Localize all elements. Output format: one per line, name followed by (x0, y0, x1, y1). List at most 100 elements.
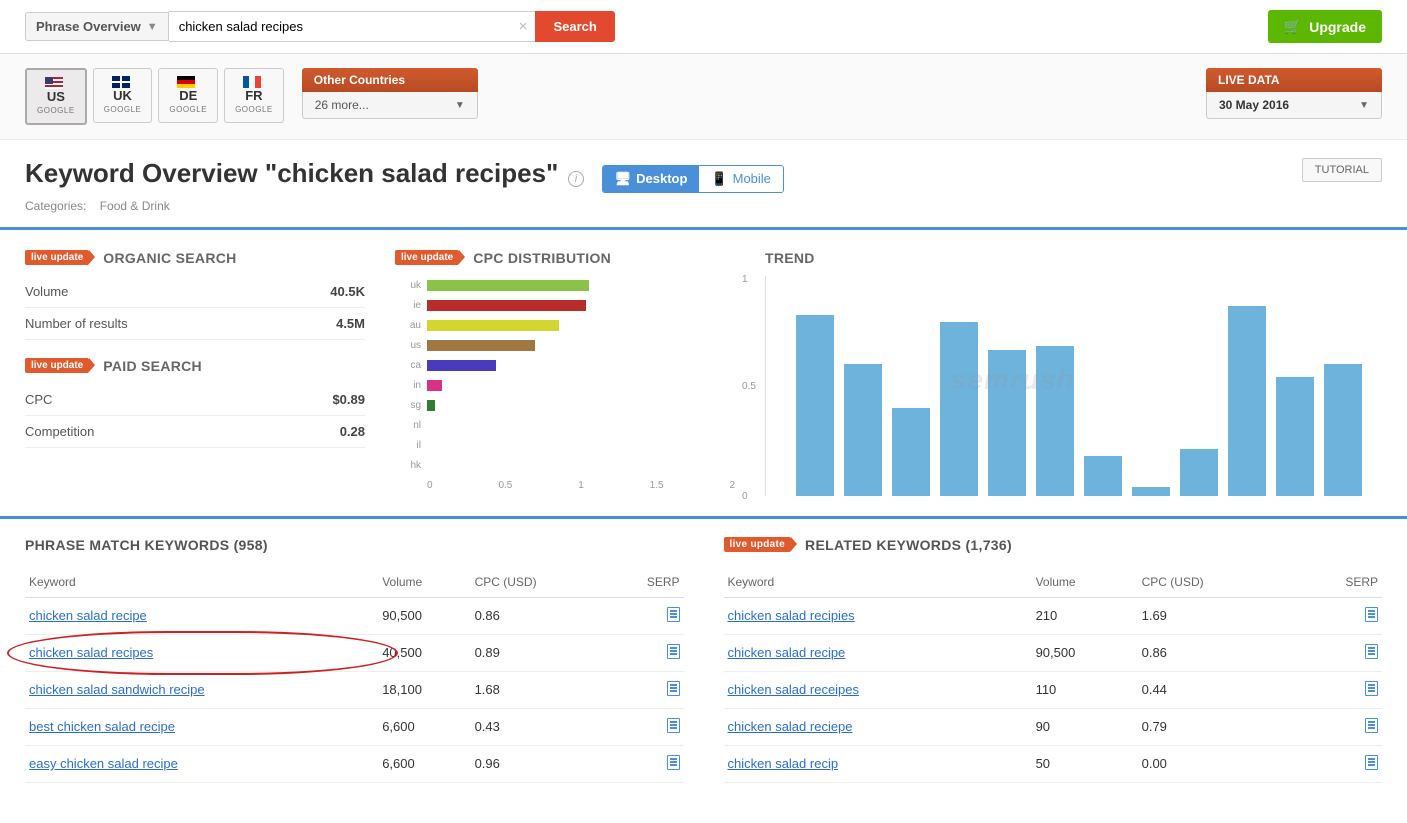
stat-label: CPC (25, 392, 52, 407)
trend-bar (1132, 487, 1170, 496)
trend-bar (1180, 449, 1218, 495)
cpc-bar (427, 300, 586, 311)
col-header[interactable]: Keyword (724, 567, 1032, 598)
cpc-bar (427, 320, 559, 331)
country-code: FR (235, 88, 273, 103)
clear-search-icon[interactable]: × (511, 18, 536, 35)
country-sub: GOOGLE (37, 106, 75, 115)
table-row: best chicken salad recipe 6,6000.43 (25, 708, 684, 745)
keyword-link[interactable]: chicken salad recipe (29, 608, 147, 623)
cpc-country-label: au (395, 320, 421, 331)
col-header[interactable]: SERP (605, 567, 683, 598)
related-block: live update RELATED KEYWORDS (1,736) Key… (724, 537, 1383, 783)
upgrade-button[interactable]: 🛒 Upgrade (1268, 10, 1382, 43)
search-button[interactable]: Search (535, 11, 614, 42)
serp-icon[interactable] (667, 718, 680, 733)
cpc-country-label: uk (395, 280, 421, 291)
cpc-title: CPC DISTRIBUTION (473, 250, 611, 266)
col-header[interactable]: SERP (1292, 567, 1382, 598)
country-button-uk[interactable]: UKGOOGLE (93, 68, 153, 123)
volume-cell: 6,600 (378, 708, 470, 745)
trend-bar (940, 322, 978, 496)
phrase-overview-dropdown[interactable]: Phrase Overview ▼ (25, 12, 169, 41)
phrase-match-header: PHRASE MATCH KEYWORDS (958) (25, 537, 684, 553)
cpc-cell: 0.86 (471, 597, 606, 634)
serp-icon[interactable] (667, 607, 680, 622)
related-count: (1,736) (965, 537, 1011, 553)
stat-label: Number of results (25, 316, 128, 331)
stat-row: Volume40.5K (25, 276, 365, 308)
search-input[interactable] (169, 11, 539, 42)
keyword-link[interactable]: chicken salad recipies (728, 608, 855, 623)
country-button-us[interactable]: USGOOGLE (25, 68, 87, 125)
cpc-cell: 0.43 (471, 708, 606, 745)
tutorial-button[interactable]: TUTORIAL (1302, 158, 1382, 182)
keyword-link[interactable]: best chicken salad recipe (29, 719, 175, 734)
keyword-cell: chicken salad sandwich recipe (25, 671, 378, 708)
keyword-cell: chicken salad recipe (724, 634, 1032, 671)
live-update-badge: live update (395, 250, 459, 265)
cpc-bar (427, 380, 442, 391)
keyword-link[interactable]: chicken salad reciepe (728, 719, 853, 734)
phrase-match-block: PHRASE MATCH KEYWORDS (958) KeywordVolum… (25, 537, 684, 783)
device-desktop-button[interactable]: 🖥 Desktop (603, 166, 700, 192)
flag-de-icon (177, 76, 195, 88)
cart-icon: 🛒 (1284, 18, 1301, 35)
stat-value: 4.5M (336, 316, 365, 331)
stat-value: 0.28 (340, 424, 365, 439)
live-data-date-dropdown[interactable]: 30 May 2016 ▼ (1206, 92, 1382, 119)
trend-head: TREND (765, 250, 1382, 266)
country-sub: GOOGLE (169, 105, 207, 114)
trend-bar (1276, 377, 1314, 496)
country-button-de[interactable]: DEGOOGLE (158, 68, 218, 123)
serp-icon[interactable] (1365, 644, 1378, 659)
cpc-chart: ukieauuscainsgnlilhk00.511.52 (395, 276, 735, 491)
col-header[interactable]: CPC (USD) (471, 567, 606, 598)
other-countries[interactable]: Other Countries 26 more... ▼ (302, 68, 478, 119)
mobile-icon: 📱 (711, 171, 727, 187)
serp-icon[interactable] (667, 681, 680, 696)
serp-icon[interactable] (1365, 755, 1378, 770)
page-title: Keyword Overview "chicken salad recipes" (25, 158, 558, 188)
keyword-link[interactable]: chicken salad recipes (29, 645, 153, 660)
volume-cell: 90,500 (1032, 634, 1138, 671)
country-button-fr[interactable]: FRGOOGLE (224, 68, 284, 123)
stat-label: Volume (25, 284, 68, 299)
keyword-link[interactable]: chicken salad receipes (728, 682, 860, 697)
device-mobile-button[interactable]: 📱 Mobile (699, 166, 782, 192)
topbar: Phrase Overview ▼ × Search 🛒 Upgrade (0, 0, 1407, 54)
serp-icon[interactable] (667, 755, 680, 770)
other-countries-body[interactable]: 26 more... ▼ (302, 92, 478, 119)
serp-icon[interactable] (667, 644, 680, 659)
panel-trend: TREND 1 0.5 0 semrush (765, 250, 1382, 496)
cpc-bar (427, 400, 435, 411)
serp-cell (605, 745, 683, 782)
country-sub: GOOGLE (104, 105, 142, 114)
serp-icon[interactable] (1365, 607, 1378, 622)
organic-head: live update ORGANIC SEARCH (25, 250, 365, 266)
paid-title: PAID SEARCH (103, 358, 202, 374)
axis-tick: 2 (729, 480, 735, 491)
info-icon[interactable]: i (568, 171, 584, 187)
col-header[interactable]: Volume (378, 567, 470, 598)
keyword-link[interactable]: chicken salad sandwich recipe (29, 682, 205, 697)
cpc-cell: 0.44 (1138, 671, 1293, 708)
phrase-match-count: (958) (234, 537, 268, 553)
live-data: LIVE DATA 30 May 2016 ▼ (1206, 68, 1382, 119)
keyword-link[interactable]: chicken salad recipe (728, 645, 846, 660)
col-header[interactable]: CPC (USD) (1138, 567, 1293, 598)
cpc-bar-row: nl (427, 416, 735, 436)
cpc-bar (427, 340, 535, 351)
cpc-cell: 0.96 (471, 745, 606, 782)
cpc-country-label: us (395, 340, 421, 351)
keyword-link[interactable]: chicken salad recip (728, 756, 839, 771)
keyword-link[interactable]: easy chicken salad recipe (29, 756, 178, 771)
other-countries-text: 26 more... (315, 98, 369, 112)
cpc-bar-row: in (427, 376, 735, 396)
serp-icon[interactable] (1365, 718, 1378, 733)
col-header[interactable]: Keyword (25, 567, 378, 598)
col-header[interactable]: Volume (1032, 567, 1138, 598)
volume-cell: 90,500 (378, 597, 470, 634)
chevron-down-icon: ▼ (455, 100, 465, 111)
serp-icon[interactable] (1365, 681, 1378, 696)
